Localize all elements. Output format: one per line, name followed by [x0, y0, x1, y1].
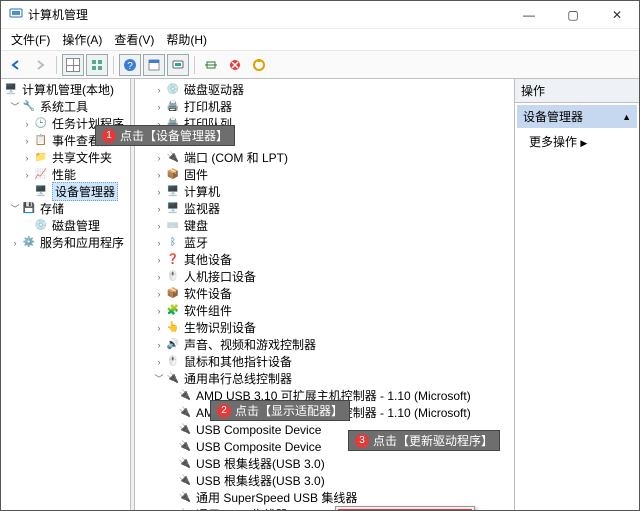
wrench-icon: 🔧 — [21, 99, 37, 115]
cat-ports[interactable]: ›🔌端口 (COM 和 LPT) — [137, 149, 514, 166]
back-button[interactable] — [5, 54, 27, 76]
app-icon — [9, 6, 23, 23]
usb-icon: 🔌 — [177, 490, 193, 506]
usb-icon: 🔌 — [177, 388, 193, 404]
fingerprint-icon: 👆 — [165, 320, 181, 336]
storage-icon: 💾 — [21, 201, 37, 217]
usb-icon: 🔌 — [165, 371, 181, 387]
usb-icon: 🔌 — [177, 456, 193, 472]
compmgmt-window: 计算机管理 — ▢ ✕ 文件(F) 操作(A) 查看(V) 帮助(H) ? — [0, 0, 640, 511]
cat-computer[interactable]: ›🖥️计算机 — [137, 183, 514, 200]
annotation-1: 1点击【设备管理器】 — [95, 125, 235, 146]
annotation-2: 2点击【显示适配器】 — [210, 400, 350, 421]
sound-icon: 🔊 — [165, 337, 181, 353]
cat-monitors[interactable]: ›🖥️监视器 — [137, 200, 514, 217]
software-icon: 📦 — [165, 286, 181, 302]
chevron-right-icon: ▶ — [580, 138, 587, 148]
refresh-button[interactable] — [167, 54, 189, 76]
cat-biometric[interactable]: ›👆生物识别设备 — [137, 319, 514, 336]
actions-selected[interactable]: 设备管理器▲ — [517, 105, 637, 128]
event-icon: 📋 — [33, 133, 49, 149]
annotation-3: 3点击【更新驱动程序】 — [348, 430, 500, 451]
disk-icon: 💿 — [165, 82, 181, 98]
actions-more[interactable]: 更多操作 ▶ — [515, 130, 639, 153]
usb-icon: 🔌 — [177, 507, 193, 511]
svg-text:?: ? — [127, 61, 133, 72]
cat-sound-video[interactable]: ›🔊声音、视频和游戏控制器 — [137, 336, 514, 353]
tree-root[interactable]: 🖥️计算机管理(本地) — [3, 81, 130, 98]
menu-help[interactable]: 帮助(H) — [160, 29, 213, 50]
menu-file[interactable]: 文件(F) — [5, 29, 56, 50]
cat-other-devices[interactable]: ›❓其他设备 — [137, 251, 514, 268]
mouse-icon: 🖱️ — [165, 354, 181, 370]
menu-action[interactable]: 操作(A) — [56, 29, 108, 50]
forward-button[interactable] — [29, 54, 51, 76]
window-controls: — ▢ ✕ — [507, 1, 639, 29]
device-manager-icon: 🖥️ — [33, 184, 49, 200]
help-button[interactable]: ? — [119, 54, 141, 76]
cat-mice[interactable]: ›🖱️鼠标和其他指针设备 — [137, 353, 514, 370]
actions-pane: 操作 设备管理器▲ 更多操作 ▶ — [515, 79, 639, 510]
keyboard-icon: ⌨️ — [165, 218, 181, 234]
update-driver-button[interactable] — [248, 54, 270, 76]
menu-view[interactable]: 查看(V) — [108, 29, 160, 50]
close-button[interactable]: ✕ — [595, 1, 639, 29]
collapse-icon: ▲ — [622, 112, 631, 122]
cat-printers[interactable]: ›🖨️打印机器 — [137, 98, 514, 115]
titlebar: 计算机管理 — ▢ ✕ — [1, 1, 639, 29]
dev-usb5[interactable]: 🔌USB 根集线器(USB 3.0) — [137, 455, 514, 472]
tree-disk-management[interactable]: 💿磁盘管理 — [3, 217, 130, 234]
maximize-button[interactable]: ▢ — [551, 1, 595, 29]
usb-icon: 🔌 — [177, 473, 193, 489]
actions-header: 操作 — [515, 79, 639, 103]
window-title: 计算机管理 — [28, 6, 88, 23]
minimize-button[interactable]: — — [507, 1, 551, 29]
disable-device-button[interactable] — [224, 54, 246, 76]
menubar: 文件(F) 操作(A) 查看(V) 帮助(H) — [1, 29, 639, 51]
cat-keyboards[interactable]: ›⌨️键盘 — [137, 217, 514, 234]
cat-hid[interactable]: ›🖱️人机接口设备 — [137, 268, 514, 285]
usb-icon: 🔌 — [177, 439, 193, 455]
tree-device-manager[interactable]: 🖥️设备管理器 — [3, 183, 130, 200]
bluetooth-icon: ᛒ — [165, 235, 181, 251]
port-icon: 🔌 — [165, 150, 181, 166]
view-mode-button[interactable] — [86, 54, 108, 76]
services-icon: ⚙️ — [21, 235, 37, 251]
question-icon: ❓ — [165, 252, 181, 268]
tree-services-apps[interactable]: ›⚙️服务和应用程序 — [3, 234, 130, 251]
computer-icon: 🖥️ — [3, 82, 19, 98]
folder-icon: 📁 — [33, 150, 49, 166]
toolbar: ? — [1, 51, 639, 79]
monitor-icon: 🖥️ — [165, 201, 181, 217]
component-icon: 🧩 — [165, 303, 181, 319]
disk-icon: 💿 — [33, 218, 49, 234]
tree-storage[interactable]: ﹀💾存储 — [3, 200, 130, 217]
scan-hardware-button[interactable] — [200, 54, 222, 76]
printer-icon: 🖨️ — [165, 99, 181, 115]
perf-icon: 📈 — [33, 167, 49, 183]
dev-usb7[interactable]: 🔌通用 SuperSpeed USB 集线器 — [137, 489, 514, 506]
cat-bluetooth[interactable]: ›ᛒ蓝牙 — [137, 234, 514, 251]
hid-icon: 🖱️ — [165, 269, 181, 285]
properties-button[interactable] — [143, 54, 165, 76]
cat-software-devices[interactable]: ›📦软件设备 — [137, 285, 514, 302]
ctx-update-driver[interactable]: 更新驱动程序(P) — [338, 509, 472, 510]
usb-icon: 🔌 — [177, 405, 193, 421]
firmware-icon: 📦 — [165, 167, 181, 183]
dev-usb6[interactable]: 🔌USB 根集线器(USB 3.0) — [137, 472, 514, 489]
clock-icon: 🕒 — [33, 116, 49, 132]
cat-firmware[interactable]: ›📦固件 — [137, 166, 514, 183]
tree-system-tools[interactable]: ﹀🔧系统工具 — [3, 98, 130, 115]
cat-disk-drives[interactable]: ›💿磁盘驱动器 — [137, 81, 514, 98]
usb-icon: 🔌 — [177, 422, 193, 438]
tree-performance[interactable]: ›📈性能 — [3, 166, 130, 183]
tree-shared-folders[interactable]: ›📁共享文件夹 — [3, 149, 130, 166]
context-menu: 更新驱动程序(P) 禁用设备(D) 卸载设备(U) 扫描检测硬件改动(A) 属性… — [335, 506, 475, 510]
cat-usb-controllers[interactable]: ﹀🔌通用串行总线控制器 — [137, 370, 514, 387]
computer-icon: 🖥️ — [165, 184, 181, 200]
cat-software-components[interactable]: ›🧩软件组件 — [137, 302, 514, 319]
show-hide-tree-button[interactable] — [62, 54, 84, 76]
